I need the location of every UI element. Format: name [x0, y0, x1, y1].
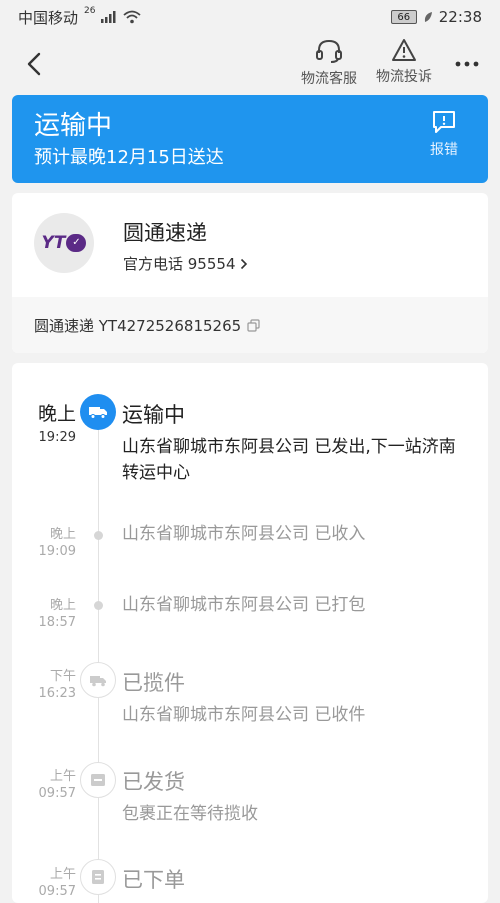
status-banner: 运输中 预计最晚12月15日送达 报错	[12, 95, 488, 183]
timeline-line	[98, 413, 99, 903]
entry-detail: 山东省聊城市东阿县公司 已收件	[122, 705, 366, 725]
entry-time-period: 晚上	[49, 598, 76, 613]
entry-status-title: 已揽件	[122, 671, 185, 695]
customer-service-button[interactable]: 物流客服	[294, 38, 364, 94]
entry-detail: 山东省聊城市东阿县公司 已收入	[122, 524, 366, 544]
order-icon	[80, 859, 116, 895]
status-bar: 中国移动 26 66 22:38	[0, 0, 500, 34]
headset-icon	[316, 39, 342, 63]
leaf-icon	[424, 12, 432, 22]
entry-time-clock: 16:23	[38, 686, 76, 701]
pickup-truck-icon	[80, 662, 116, 698]
entry-time-clock: 19:09	[38, 544, 76, 559]
copy-icon[interactable]	[247, 318, 260, 332]
status-left: 中国移动 26	[18, 6, 142, 28]
timeline-dot	[94, 531, 103, 540]
entry-time: 晚上 19:09	[18, 523, 76, 559]
courier-name: 圆通速递	[123, 221, 207, 245]
timeline-card: 晚上 19:29 运输中 山东省聊城市东阿县公司 已发出,下一站济南转运中心 晚…	[12, 363, 488, 903]
entry-time: 晚上 19:29	[18, 399, 76, 445]
wifi-icon	[123, 10, 142, 24]
entry-status-title: 运输中	[122, 403, 185, 427]
entry-detail: 山东省聊城市东阿县公司 已打包	[122, 595, 366, 615]
report-icon	[433, 111, 455, 133]
entry-status-title: 已下单	[122, 868, 185, 892]
entry-time: 上午 09:57	[18, 765, 76, 801]
customer-service-label: 物流客服	[301, 71, 357, 87]
chevron-left-icon	[27, 52, 41, 76]
tracking-number-row: 圆通速递 YT4272526815265	[12, 297, 488, 353]
report-label: 报错	[430, 142, 458, 158]
entry-time-clock: 09:57	[38, 786, 76, 801]
back-button[interactable]	[22, 50, 46, 78]
complaint-label: 物流投诉	[376, 69, 432, 85]
courier-phone-text: 官方电话 95554	[123, 255, 236, 273]
more-button[interactable]	[452, 52, 482, 76]
courier-logo: YT ✓	[34, 213, 94, 273]
entry-detail: 山东省聊城市东阿县公司 已发出,下一站济南转运中心	[122, 437, 456, 483]
entry-detail: 包裹正在等待揽收	[122, 804, 258, 824]
timeline-dot	[94, 601, 103, 610]
complaint-button[interactable]: 物流投诉	[369, 38, 439, 94]
battery-level: 66	[397, 11, 411, 23]
entry-time: 晚上 18:57	[18, 594, 76, 630]
entry-time-clock: 18:57	[38, 615, 76, 630]
entry-time-period: 下午	[49, 669, 76, 684]
signal-icon	[101, 11, 116, 23]
more-icon	[455, 61, 479, 67]
tracking-number: 圆通速递 YT4272526815265	[34, 316, 242, 335]
truck-icon	[80, 394, 116, 430]
entry-time: 下午 16:23	[18, 665, 76, 701]
entry-time-period: 上午	[49, 769, 76, 784]
network-type: 26	[84, 6, 96, 16]
status-right: 66 22:38	[390, 8, 482, 26]
package-icon	[80, 762, 116, 798]
clock: 22:38	[438, 8, 482, 26]
entry-time-period: 上午	[49, 867, 76, 882]
report-error-button[interactable]: 报错	[418, 109, 470, 169]
battery-icon: 66	[390, 10, 417, 24]
entry-time: 上午 09:57	[18, 863, 76, 899]
entry-time-clock: 09:57	[38, 884, 76, 899]
carrier-name: 中国移动	[18, 8, 79, 27]
courier-card: YT ✓ 圆通速递 官方电话 95554 圆通速递 YT4272526815265	[12, 193, 488, 353]
header: 物流客服 物流投诉	[0, 34, 500, 94]
warning-icon	[392, 39, 416, 61]
entry-time-period: 晚上	[37, 403, 76, 425]
entry-status-title: 已发货	[122, 770, 185, 794]
banner-title: 运输中	[34, 111, 113, 141]
banner-subtitle: 预计最晚12月15日送达	[34, 147, 224, 168]
logo-badge: ✓	[66, 234, 87, 252]
entry-time-clock: 19:29	[38, 430, 76, 445]
courier-phone-link[interactable]: 官方电话 95554	[123, 253, 248, 274]
courier-logo-text: YT	[41, 233, 66, 253]
chevron-right-icon	[240, 258, 247, 269]
entry-time-period: 晚上	[49, 527, 76, 542]
